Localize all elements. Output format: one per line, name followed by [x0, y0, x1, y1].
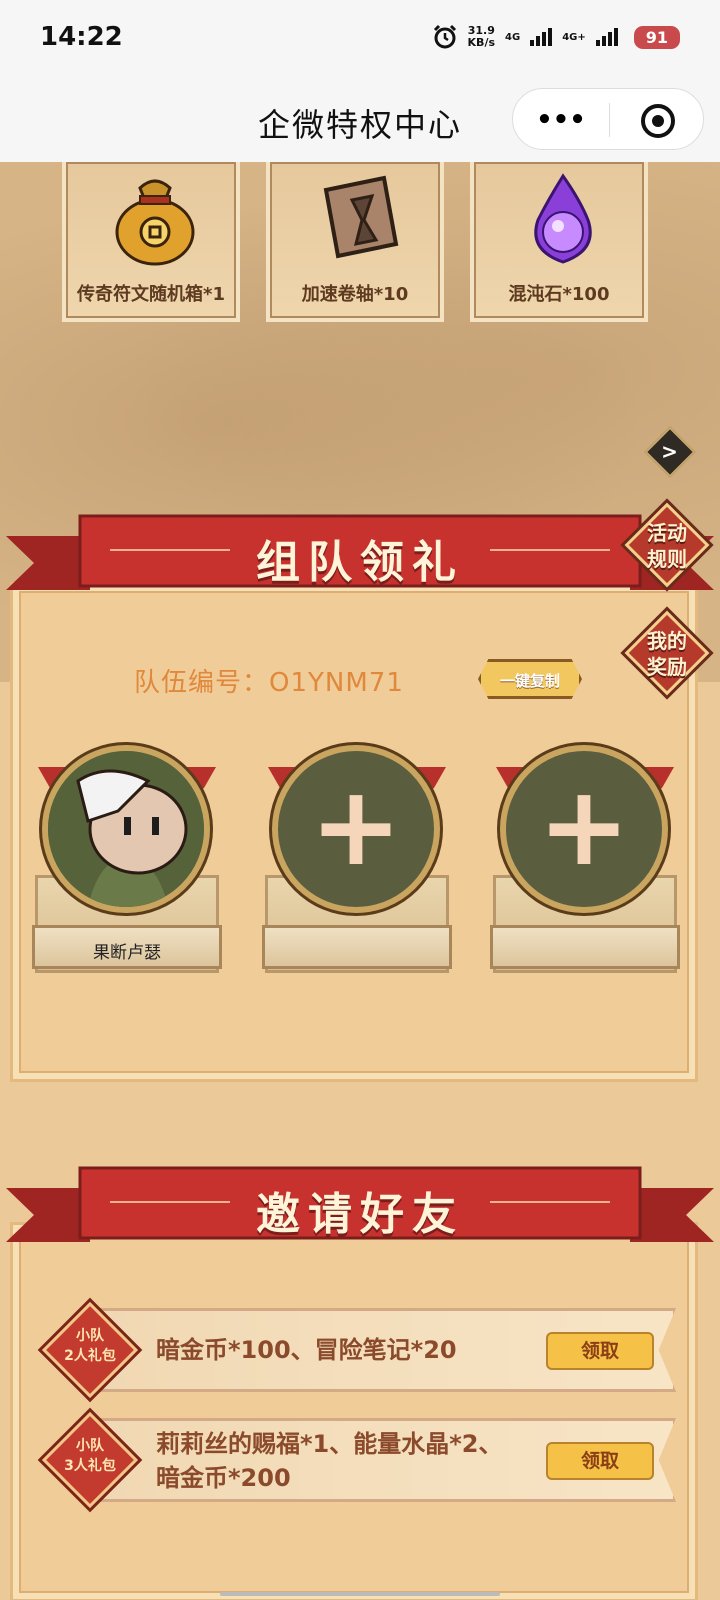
avatar[interactable]	[42, 745, 210, 913]
claim-button-2-players[interactable]: 领取	[546, 1332, 654, 1370]
close-mini-program-button[interactable]	[641, 104, 675, 138]
member-name-plate: 果断卢瑟	[32, 925, 222, 969]
capsule-menu: •••	[512, 88, 704, 150]
game-content: 传奇符文随机箱*1 加速卷轴*10 混沌石*100 > 组队领礼 活动 规则 我…	[0, 162, 720, 1600]
network-speed: 31.9 KB/s	[467, 24, 496, 49]
team-ribbon	[6, 514, 714, 590]
plus-icon: +	[537, 762, 631, 890]
network-type-1: 4G	[505, 31, 521, 43]
reward-card-3: 混沌石*100	[470, 162, 648, 322]
signal-bars-2-icon	[595, 28, 618, 46]
claim-button-3-players[interactable]: 领取	[546, 1442, 654, 1480]
add-member-button[interactable]: +	[272, 745, 440, 913]
activity-rules-button[interactable]: 活动 规则	[624, 502, 710, 588]
team-member-slot-1: 果断卢瑟	[32, 745, 222, 975]
signal-bars-1-icon	[530, 28, 553, 46]
network-type-2: 4G+	[562, 31, 586, 43]
capsule-divider	[609, 103, 610, 137]
reward-card-2: 加速卷轴*10	[266, 162, 444, 322]
member-name-plate	[490, 925, 680, 969]
scroll-hourglass-icon	[323, 175, 399, 259]
member-name-plate	[262, 925, 452, 969]
alarm-icon	[433, 24, 456, 49]
copy-team-number-button[interactable]: 一键复制	[478, 659, 582, 699]
team-number: 队伍编号：O1YNM71	[134, 668, 404, 698]
battery-indicator: 91	[633, 25, 680, 49]
reward-card-1: 传奇符文随机箱*1	[62, 162, 240, 322]
add-member-button[interactable]: +	[500, 745, 668, 913]
clock: 14:22	[40, 22, 123, 52]
team-member-slot-3: +	[490, 745, 680, 975]
mini-program-title-bar: 企微特权中心 •••	[0, 78, 720, 162]
my-rewards-button[interactable]: 我的 奖励	[624, 610, 710, 696]
gift-badge-2-players: 小队 2人礼包	[41, 1301, 139, 1399]
invite-panel	[10, 1222, 698, 1600]
purple-flame-orb-icon	[534, 173, 592, 264]
more-options-button[interactable]: •••	[513, 105, 609, 135]
invite-ribbon	[6, 1166, 714, 1242]
team-member-slot-2: +	[262, 745, 452, 975]
character-avatar-icon	[48, 751, 204, 907]
gift-reward-text: 暗金币*100、冒险笔记*20	[156, 1336, 457, 1364]
status-icons: 31.9 KB/s 4G 4G+ 91	[432, 24, 680, 50]
plus-icon: +	[309, 762, 403, 890]
status-bar: 14:22 31.9 KB/s 4G 4G+ 91	[0, 0, 720, 78]
gold-bag-icon	[115, 179, 195, 266]
gift-reward-text: 莉莉丝的赐福*1、能量水晶*2、 暗金币*200	[156, 1430, 503, 1492]
home-indicator[interactable]	[220, 1592, 500, 1596]
gift-badge-3-players: 小队 3人礼包	[41, 1411, 139, 1509]
